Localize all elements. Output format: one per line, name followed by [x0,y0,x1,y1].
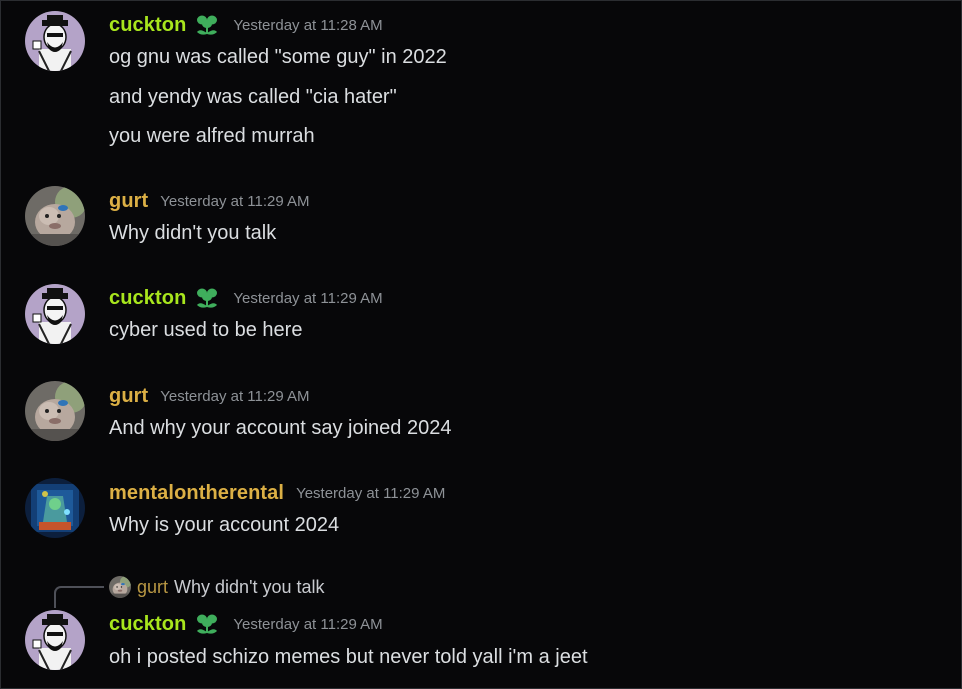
timestamp[interactable]: Yesterday at 11:29 AM [233,616,382,633]
username[interactable]: cuckton [109,613,186,636]
avatar-image [25,610,85,670]
message-header: cuckton Yesterday at 11:29 AM [109,285,383,311]
username[interactable]: cuckton [109,14,186,37]
message-header: mentalontherental Yesterday at 11:29 AM [109,480,445,506]
username[interactable]: gurt [109,190,148,213]
reply-username[interactable]: gurt [137,577,168,598]
reply-avatar [109,576,131,598]
avatar-mentalontherental[interactable] [25,478,85,538]
message-header: gurt Yesterday at 11:29 AM [109,188,310,214]
avatar-gurt[interactable] [25,381,85,441]
username[interactable]: cuckton [109,287,186,310]
avatar-image [25,186,85,246]
message-header: cuckton Yesterday at 11:28 AM [109,12,383,38]
avatar-cuckton[interactable] [25,610,85,670]
message-header: gurt Yesterday at 11:29 AM [109,383,310,409]
avatar-image [25,11,85,71]
message-text: oh i posted schizo memes but never told … [109,646,588,668]
reply-preview[interactable]: gurt Why didn't you talk [109,575,325,599]
timestamp[interactable]: Yesterday at 11:29 AM [233,290,382,307]
message-text: and yendy was called "cia hater" [109,86,397,108]
green-flower-icon[interactable] [193,285,221,311]
green-flower-icon[interactable] [193,12,221,38]
green-flower-icon[interactable] [193,611,221,637]
message-text: Why is your account 2024 [109,514,340,536]
message-text: Why didn't you talk [109,222,277,244]
username[interactable]: gurt [109,385,148,408]
timestamp[interactable]: Yesterday at 11:29 AM [160,193,309,210]
avatar-image [25,284,85,344]
timestamp[interactable]: Yesterday at 11:28 AM [233,17,382,34]
avatar-cuckton[interactable] [25,284,85,344]
message-text: you were alfred murrah [109,125,315,147]
avatar-image [25,478,85,538]
message-text: og gnu was called "some guy" in 2022 [109,46,447,68]
message-header: cuckton Yesterday at 11:29 AM [109,611,383,637]
reply-text[interactable]: Why didn't you talk [174,577,325,598]
reply-spine [54,586,104,608]
message-text: And why your account say joined 2024 [109,417,452,439]
username[interactable]: mentalontherental [109,482,284,505]
message-text: cyber used to be here [109,319,303,341]
timestamp[interactable]: Yesterday at 11:29 AM [296,485,445,502]
avatar-gurt[interactable] [25,186,85,246]
avatar-cuckton[interactable] [25,11,85,71]
avatar-image [25,381,85,441]
timestamp[interactable]: Yesterday at 11:29 AM [160,388,309,405]
